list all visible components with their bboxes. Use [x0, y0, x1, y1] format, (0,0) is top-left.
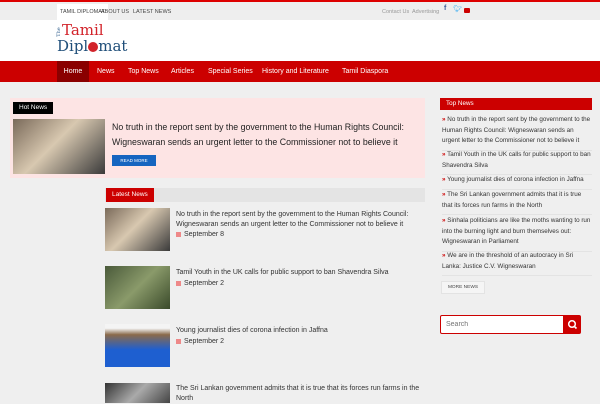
- latest-news-header: Latest News: [105, 188, 425, 202]
- topbar-link-contact-us[interactable]: Contact Us: [382, 4, 409, 20]
- search-input[interactable]: [440, 315, 564, 334]
- site-logo[interactable]: The Tamil Dipl mat: [55, 21, 156, 57]
- nav-articles[interactable]: Articles: [165, 61, 200, 82]
- top-news-item[interactable]: » We are in the threshold of an autocrac…: [442, 251, 592, 276]
- site-header: The Tamil Dipl mat: [0, 20, 600, 61]
- topbar-link-advertising[interactable]: Advertising: [412, 4, 439, 20]
- read-more-button[interactable]: READ MORE: [112, 155, 156, 166]
- calendar-icon: [176, 280, 181, 286]
- main-nav: Home News Top News Articles Special Seri…: [0, 61, 600, 82]
- top-news-item[interactable]: » Sinhala politicians are like the moths…: [442, 216, 592, 252]
- nav-tamil-diaspora[interactable]: Tamil Diaspora: [336, 61, 394, 82]
- hot-news-title[interactable]: No truth in the report sent by the gover…: [112, 120, 422, 150]
- latest-item-image[interactable]: [105, 208, 170, 251]
- latest-item-date: September 2: [176, 338, 224, 345]
- top-news-item[interactable]: » Tamil Youth in the UK calls for public…: [442, 150, 592, 175]
- search-icon: [567, 319, 578, 330]
- nav-news[interactable]: News: [91, 61, 121, 82]
- nav-top-news[interactable]: Top News: [122, 61, 165, 82]
- latest-news-label: Latest News: [106, 188, 154, 202]
- latest-item-image[interactable]: [105, 266, 170, 309]
- top-news-item[interactable]: » Young journalist dies of corona infect…: [442, 175, 592, 190]
- latest-item-title[interactable]: Young journalist dies of corona infectio…: [176, 326, 421, 336]
- facebook-icon[interactable]: f: [444, 5, 446, 12]
- logo-diplomat: Dipl mat: [57, 37, 128, 55]
- hot-news-image[interactable]: [13, 119, 105, 174]
- hot-news-section: Hot News No truth in the report sent by …: [10, 98, 425, 178]
- top-news-header: Top News: [440, 98, 592, 110]
- calendar-icon: [176, 338, 181, 344]
- top-news-item[interactable]: » No truth in the report sent by the gov…: [442, 115, 592, 151]
- hot-news-label: Hot News: [13, 102, 54, 114]
- globe-icon: [88, 42, 99, 52]
- topbar-link-latest-news[interactable]: LATEST NEWS: [130, 4, 174, 20]
- nav-home[interactable]: Home: [57, 61, 89, 82]
- youtube-icon[interactable]: [464, 8, 470, 13]
- latest-item-date: September 2: [176, 280, 224, 287]
- latest-item-date: September 8: [176, 231, 224, 238]
- latest-item-title[interactable]: The Sri Lankan government admits that it…: [176, 384, 421, 404]
- nav-history-literature[interactable]: History and Literature: [256, 61, 335, 82]
- calendar-icon: [176, 231, 181, 237]
- topbar-link-about-us[interactable]: ABOUT US: [98, 4, 132, 20]
- latest-item-image[interactable]: [105, 383, 170, 403]
- logo-the: The: [55, 27, 62, 37]
- latest-item-image[interactable]: [105, 324, 170, 367]
- search-button[interactable]: [564, 315, 581, 334]
- top-bar: TAMIL DIPLOMAT ABOUT US LATEST NEWS Cont…: [0, 0, 600, 20]
- latest-item-title[interactable]: No truth in the report sent by the gover…: [176, 210, 421, 230]
- more-news-button[interactable]: MORE NEWS: [441, 281, 485, 294]
- nav-special-series[interactable]: Special Series: [202, 61, 259, 82]
- latest-item-title[interactable]: Tamil Youth in the UK calls for public s…: [176, 268, 421, 278]
- top-news-item[interactable]: » The Sri Lankan government admits that …: [442, 190, 592, 215]
- twitter-icon[interactable]: 🐦︎: [453, 5, 462, 13]
